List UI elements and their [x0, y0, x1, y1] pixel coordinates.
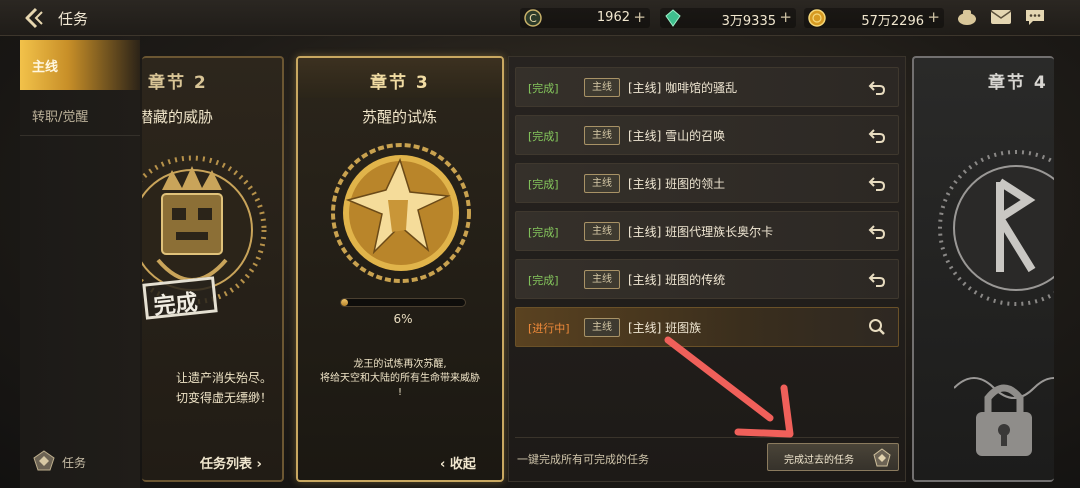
- quest-main-tag: 主线: [584, 318, 620, 337]
- chapter-progress-label: 6%: [393, 312, 413, 326]
- chapter-progress-bar: [340, 298, 466, 307]
- currency-c-value: 1962: [596, 10, 630, 25]
- complete-past-quests-button[interactable]: 完成过去的任务: [767, 443, 899, 471]
- svg-text:C: C: [529, 12, 537, 25]
- gem-add-button[interactable]: +: [779, 8, 792, 26]
- sidebar-tab-label: 主线: [32, 60, 59, 75]
- gem-value: 3万9335: [721, 14, 776, 29]
- chapter-2-title: 章节 2: [148, 73, 208, 93]
- quest-row[interactable]: [完成] 主线 [主线] 班图的领土: [515, 163, 899, 203]
- quest-status: [完成]: [528, 226, 559, 239]
- chapter-2-description: 让遗产消失殆尽。 切变得虚无缥缈！: [142, 368, 272, 408]
- chapter-3-title: 章节 3: [370, 73, 430, 93]
- complete-all-label: 一键完成所有可完成的任务: [517, 453, 649, 466]
- chapter-3-header: 章节 3: [298, 58, 502, 98]
- chapter-2-description-line: 切变得虚无缥缈！: [175, 391, 272, 405]
- quest-list-panel: [完成] 主线 [主线] 咖啡馆的骚乱 [完成] 主线 [主线] 雪山的召唤 […: [508, 56, 906, 482]
- chapter-4-rune-emblem-icon: [938, 150, 1054, 306]
- quest-row-active[interactable]: [进行中] 主线 [主线] 班图族: [515, 307, 899, 347]
- quest-main-tag: 主线: [584, 78, 620, 97]
- pouch-icon[interactable]: [956, 8, 978, 26]
- chapter-3-description-line: 将给天空和大陆的所有生命带来威胁: [320, 373, 480, 384]
- chapter-3-card[interactable]: 章节 3 苏醒的试炼 6% 龙王的试炼再次苏醒, 将给天空和大陆的所有生命带来威…: [296, 56, 504, 482]
- chapter-2-subtitle: 潜藏的威胁: [142, 108, 214, 126]
- completed-stamp-label: 完成: [152, 290, 199, 320]
- chapter-2-header: 章节 2: [142, 58, 282, 98]
- chapter-4-header: 章节 4: [914, 58, 1054, 98]
- quest-main-tag: 主线: [584, 222, 620, 241]
- chat-icon[interactable]: [1024, 8, 1046, 26]
- replay-icon[interactable]: [868, 222, 886, 240]
- quest-row[interactable]: [完成] 主线 [主线] 班图代理族长奥尔卡: [515, 211, 899, 251]
- quest-main-tag: 主线: [584, 174, 620, 193]
- completed-stamp: 完成: [142, 276, 218, 320]
- quest-name: [主线] 咖啡馆的骚乱: [628, 81, 738, 95]
- quest-emblem-icon: [873, 448, 891, 467]
- sidebar-quest-shortcut[interactable]: 任务: [32, 448, 132, 474]
- quest-main-tag: 主线: [584, 270, 620, 289]
- chapter-2-card[interactable]: 章节 2 潜藏的威胁 完成 让遗产消失殆尽。 切变得虚无缥缈！ 任务列表 ›: [142, 56, 284, 482]
- chapter-3-description: 龙王的试炼再次苏醒, 将给天空和大陆的所有生命带来威胁 !: [304, 358, 496, 400]
- gem-counter: 3万9335 +: [660, 8, 796, 29]
- currency-c-counter: C 1962 +: [520, 8, 650, 28]
- quest-row[interactable]: [完成] 主线 [主线] 雪山的召唤: [515, 115, 899, 155]
- gold-add-button[interactable]: +: [927, 8, 940, 26]
- chapter-progress-fill: [341, 299, 349, 306]
- quest-list-link[interactable]: 任务列表 ›: [200, 453, 262, 472]
- quest-status: [进行中]: [528, 322, 570, 335]
- quest-name: [主线] 班图的传统: [628, 273, 726, 287]
- chapter-3-subtitle: 苏醒的试炼: [362, 108, 438, 126]
- replay-icon[interactable]: [868, 126, 886, 144]
- mail-icon[interactable]: [990, 8, 1012, 26]
- search-icon[interactable]: [868, 318, 886, 336]
- collapse-link[interactable]: ‹ 收起: [440, 453, 476, 472]
- replay-icon[interactable]: [868, 270, 886, 288]
- quest-row[interactable]: [完成] 主线 [主线] 咖啡馆的骚乱: [515, 67, 899, 107]
- top-bar: 任务 C 1962 + 3万9335 + 57万2296 +: [0, 0, 1080, 36]
- sidebar-footer-label: 任务: [62, 456, 87, 470]
- chapter-2-description-line: 让遗产消失殆尽。: [175, 371, 272, 385]
- gold-value: 57万2296: [861, 14, 924, 29]
- quest-name: [主线] 班图的领土: [628, 177, 726, 191]
- gold-counter: 57万2296 +: [804, 8, 944, 29]
- chapter-4-title: 章节 4: [988, 73, 1048, 93]
- replay-icon[interactable]: [868, 78, 886, 96]
- quest-name: [主线] 雪山的召唤: [628, 129, 726, 143]
- quest-row[interactable]: [完成] 主线 [主线] 班图的传统: [515, 259, 899, 299]
- lock-icon: [954, 377, 1054, 456]
- sidebar-tab-label: 转职/觉醒: [32, 110, 89, 125]
- gold-coin-icon: [808, 9, 826, 27]
- quest-name: [主线] 班图代理族长奥尔卡: [628, 225, 774, 239]
- quest-emblem-icon: [33, 450, 55, 471]
- quest-status: [完成]: [528, 178, 559, 191]
- quest-name: [主线] 班图族: [628, 321, 702, 335]
- back-arrow-icon[interactable]: [22, 6, 52, 30]
- chapter-3-dragon-emblem-icon: [331, 143, 471, 283]
- chapter-3-description-line: 龙王的试炼再次苏醒,: [353, 359, 447, 370]
- sidebar-tab-main-quest[interactable]: 主线: [20, 40, 140, 90]
- green-gem-icon: [665, 9, 681, 27]
- quest-status: [完成]: [528, 130, 559, 143]
- panel-divider: [515, 437, 899, 438]
- page-title: 任务: [58, 10, 89, 28]
- coin-c-icon: C: [524, 9, 542, 27]
- complete-past-quests-label: 完成过去的任务: [784, 455, 854, 466]
- sidebar: 主线 转职/觉醒 任务: [20, 36, 140, 488]
- chapter-3-description-line: !: [397, 387, 402, 398]
- sidebar-tab-job-awakening[interactable]: 转职/觉醒: [20, 96, 140, 136]
- quest-status: [完成]: [528, 274, 559, 287]
- currency-c-add-button[interactable]: +: [633, 8, 646, 26]
- chapter-4-card[interactable]: 章节 4: [912, 56, 1054, 482]
- replay-icon[interactable]: [868, 174, 886, 192]
- quest-main-tag: 主线: [584, 126, 620, 145]
- quest-status: [完成]: [528, 82, 559, 95]
